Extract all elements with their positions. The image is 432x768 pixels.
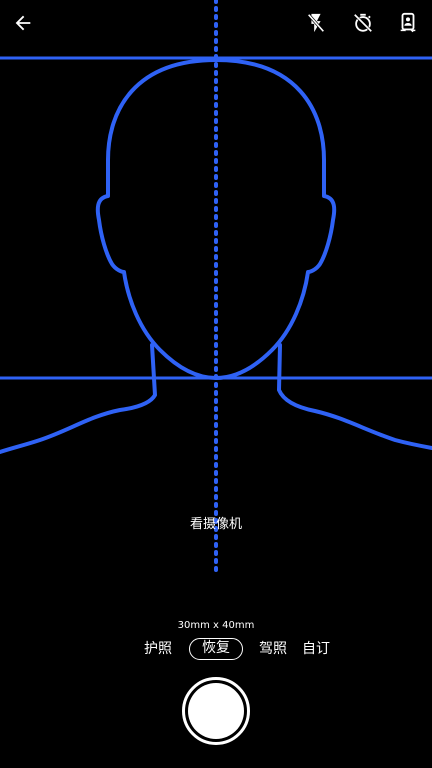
switch-camera-icon (400, 12, 416, 33)
left-shoulder-outline (0, 343, 157, 454)
mode-restore-selected[interactable]: 恢复 (189, 638, 243, 660)
mode-passport[interactable]: 护照 (140, 638, 176, 660)
shutter-button-inner (188, 683, 244, 739)
arrow-left-icon (15, 15, 31, 31)
photo-type-selector: 护照 恢复 驾照 自订 (0, 638, 432, 662)
shutter-button[interactable] (182, 677, 250, 745)
flash-toggle-button[interactable] (300, 7, 332, 39)
timer-off-icon (353, 13, 373, 33)
flash-off-icon (307, 13, 325, 33)
back-button[interactable] (7, 7, 39, 39)
timer-toggle-button[interactable] (347, 7, 379, 39)
mode-drivers-license[interactable]: 驾照 (255, 638, 291, 660)
mode-custom[interactable]: 自订 (298, 638, 334, 660)
switch-camera-button[interactable] (392, 7, 424, 39)
top-toolbar (0, 0, 432, 46)
right-shoulder-outline (277, 343, 432, 450)
instruction-text: 看摄像机 (189, 517, 242, 532)
photo-size-label: 30mm x 40mm (177, 620, 255, 631)
